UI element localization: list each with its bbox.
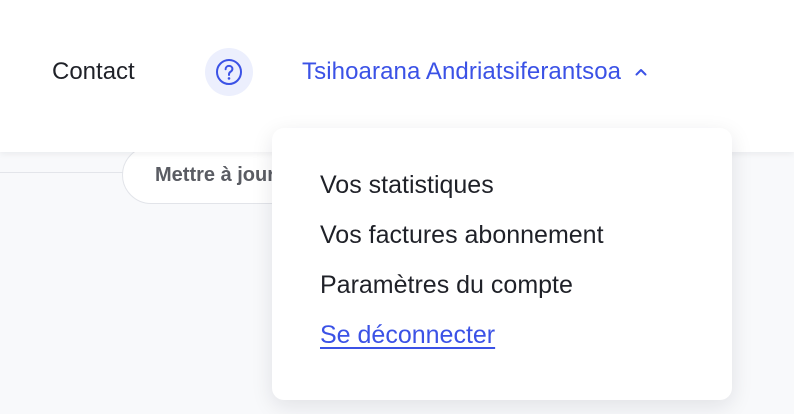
question-circle-icon — [215, 58, 243, 86]
help-button[interactable] — [205, 48, 253, 96]
menu-item-statistics[interactable]: Vos statistiques — [320, 168, 494, 202]
menu-item-subscription-invoices[interactable]: Vos factures abonnement — [320, 218, 604, 252]
contact-link[interactable]: Contact — [52, 56, 135, 88]
menu-item-logout[interactable]: Se déconnecter — [320, 318, 495, 352]
menu-item-account-settings[interactable]: Paramètres du compte — [320, 268, 573, 302]
chevron-up-icon — [635, 68, 647, 76]
divider — [0, 172, 140, 173]
user-dropdown-menu: Vos statistiques Vos factures abonnement… — [272, 128, 732, 400]
user-name: Tsihoarana Andriatsiferantsoa — [302, 58, 622, 85]
user-menu-toggle[interactable]: Tsihoarana Andriatsiferantsoa — [302, 56, 647, 88]
